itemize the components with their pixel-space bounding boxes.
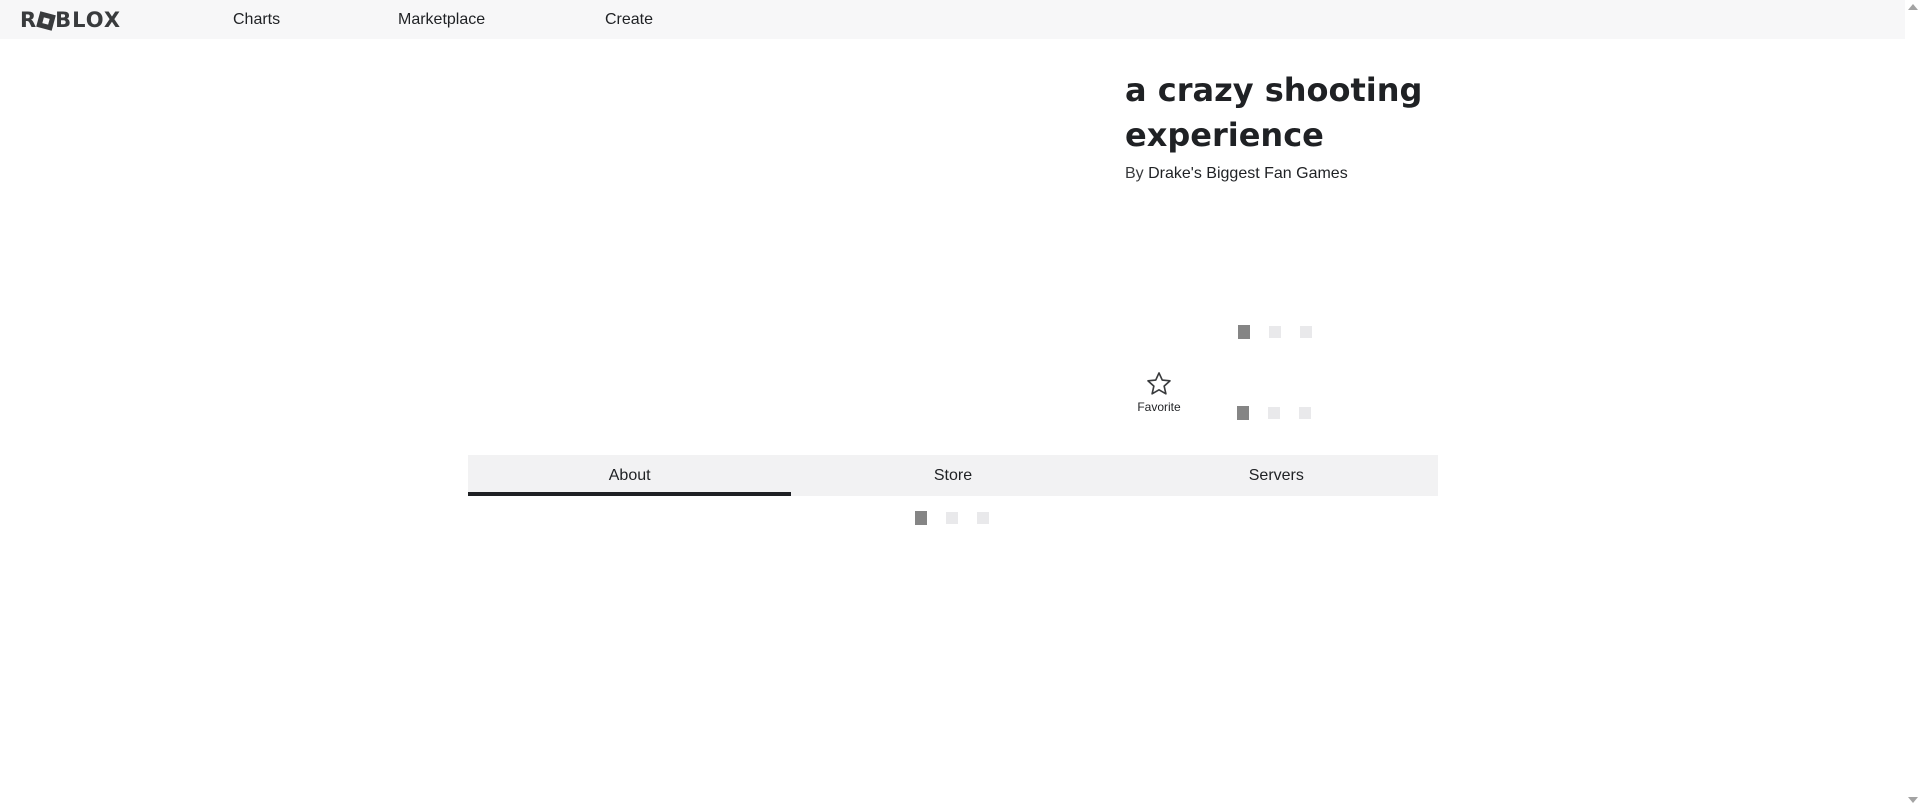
loader-square xyxy=(1300,326,1312,338)
game-byline: By Drake's Biggest Fan Games xyxy=(1125,165,1348,183)
loader-square xyxy=(977,512,989,524)
scroll-up-arrow-icon[interactable] xyxy=(1908,4,1918,10)
byline-prefix: By xyxy=(1125,165,1144,182)
loader-square xyxy=(1269,326,1281,338)
loader-square xyxy=(1268,407,1280,419)
play-button-loading-indicator xyxy=(1238,325,1312,339)
logo-text-suffix: BLOX xyxy=(55,8,122,32)
game-title: a crazy shooting experience xyxy=(1125,71,1423,154)
nav-charts-link[interactable]: Charts xyxy=(233,11,280,29)
loader-square xyxy=(946,512,958,524)
roblox-logo[interactable]: R BLOX xyxy=(20,8,121,32)
logo-text-prefix: R xyxy=(20,8,38,32)
scroll-down-arrow-icon[interactable] xyxy=(1908,797,1918,803)
tab-content-loading-indicator xyxy=(915,511,989,525)
star-outline-icon xyxy=(1147,372,1171,395)
top-nav-bar: R BLOX Charts Marketplace Create xyxy=(0,0,1905,39)
tab-store[interactable]: Store xyxy=(791,455,1114,496)
voting-loading-indicator xyxy=(1237,406,1311,420)
logo-o-icon xyxy=(36,11,56,31)
loader-square xyxy=(1299,407,1311,419)
loader-square xyxy=(1238,325,1250,339)
tab-about[interactable]: About xyxy=(468,455,792,496)
tab-servers[interactable]: Servers xyxy=(1115,455,1438,496)
creator-link[interactable]: Drake's Biggest Fan Games xyxy=(1148,165,1348,182)
page-scrollbar[interactable] xyxy=(1905,0,1920,807)
favorite-button[interactable]: Favorite xyxy=(1130,370,1188,414)
nav-marketplace-link[interactable]: Marketplace xyxy=(398,11,485,29)
favorite-label: Favorite xyxy=(1137,400,1181,414)
loader-square xyxy=(915,511,927,525)
loader-square xyxy=(1237,406,1249,420)
game-tabs: About Store Servers xyxy=(468,455,1438,496)
nav-create-link[interactable]: Create xyxy=(605,11,653,29)
